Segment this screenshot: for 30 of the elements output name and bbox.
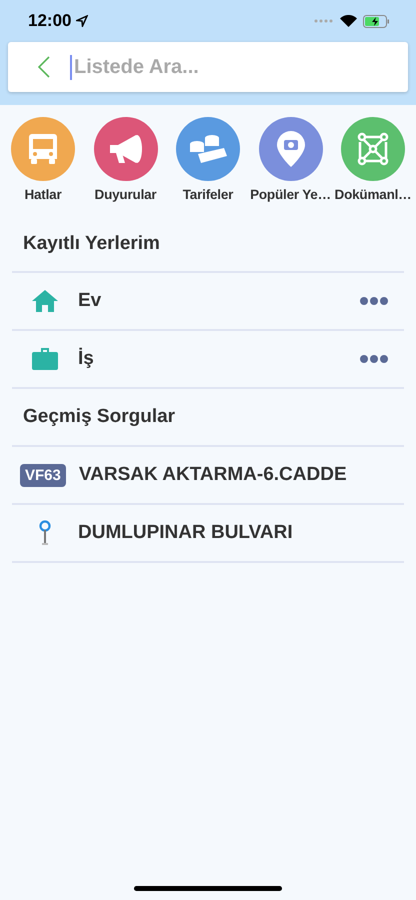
battery-icon bbox=[363, 14, 390, 28]
back-icon[interactable] bbox=[38, 56, 50, 78]
bus-icon bbox=[28, 132, 58, 166]
history-item[interactable]: VARSAK AKTARMA-6.CADDE bbox=[78, 464, 404, 486]
section-title: Geçmiş Sorgular bbox=[12, 387, 404, 445]
place-name[interactable]: Ev bbox=[78, 290, 360, 312]
section-title: Kayıtlı Yerlerim bbox=[22, 233, 161, 256]
stop-pin-icon bbox=[39, 520, 51, 546]
more-icon[interactable] bbox=[360, 297, 388, 305]
camera-pin-icon bbox=[276, 131, 304, 167]
shortcut-label: Popüler Ye… bbox=[250, 187, 331, 202]
status-time: 12:00 bbox=[28, 11, 72, 31]
home-icon bbox=[32, 290, 58, 312]
shortcut-label: Duyurular bbox=[94, 187, 156, 202]
megaphone-icon bbox=[108, 133, 144, 165]
location-arrow-icon bbox=[76, 15, 88, 27]
place-name[interactable]: İş bbox=[78, 348, 360, 370]
signal-icon bbox=[314, 19, 334, 23]
line-badge: VF63 bbox=[20, 464, 66, 486]
money-icon bbox=[188, 134, 228, 164]
more-icon[interactable] bbox=[360, 355, 388, 363]
search-bar[interactable]: Listede Ara... bbox=[8, 42, 408, 92]
history-item[interactable]: DUMLUPINAR BULVARI bbox=[78, 522, 404, 544]
network-icon bbox=[356, 132, 390, 166]
shortcut-label: Tarifeler bbox=[182, 187, 234, 202]
wifi-icon bbox=[340, 15, 357, 27]
shortcut-label: Dokümanl… bbox=[334, 187, 412, 202]
briefcase-icon bbox=[32, 348, 58, 370]
search-field[interactable]: Listede Ara... bbox=[70, 54, 376, 80]
shortcut-label: Hatlar bbox=[24, 187, 62, 202]
